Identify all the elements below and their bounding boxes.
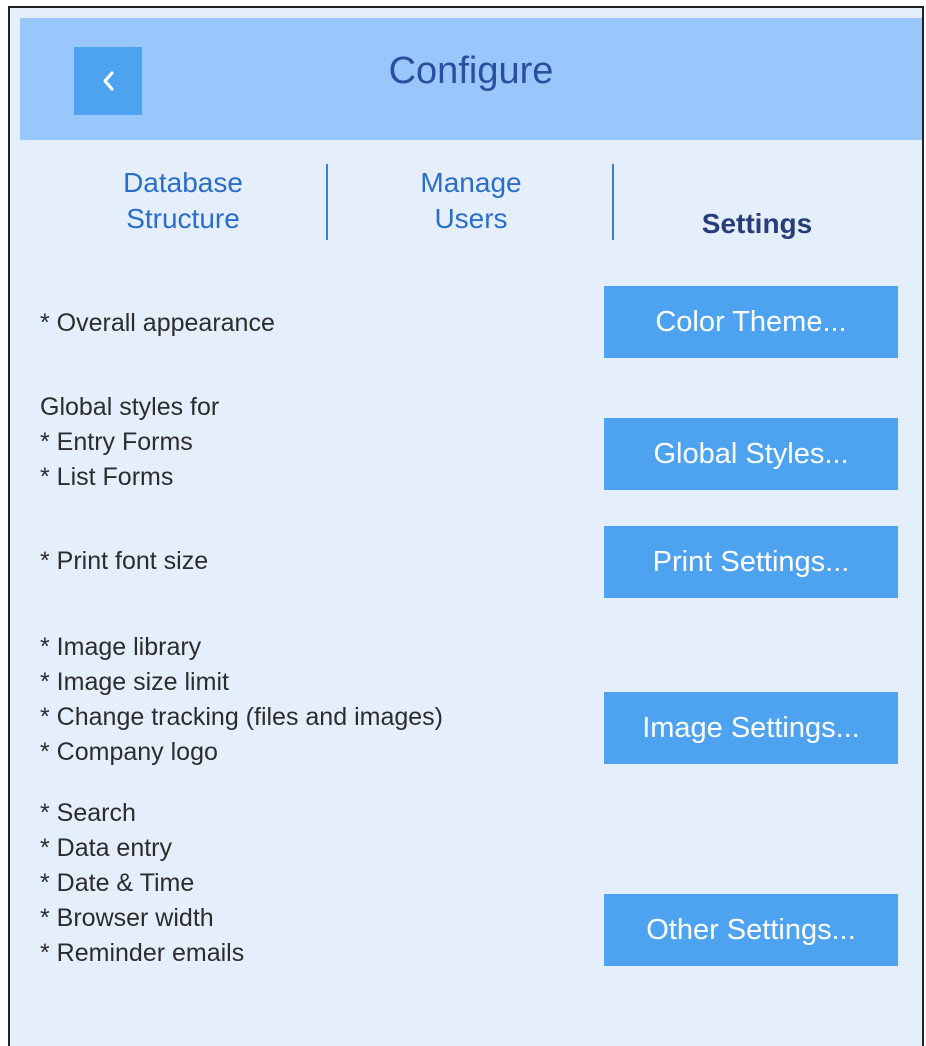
setting-description: * Image library * Image size limit * Cha… bbox=[40, 633, 443, 766]
tab-label: Settings bbox=[701, 208, 813, 239]
button-label: Global Styles... bbox=[653, 437, 849, 470]
print-settings-button[interactable]: Print Settings... bbox=[604, 526, 898, 598]
setting-description: * Print font size bbox=[40, 547, 209, 575]
global-styles-button[interactable]: Global Styles... bbox=[604, 418, 898, 490]
header-bar: Configure bbox=[20, 18, 922, 140]
setting-description: * Search * Data entry * Date & Time * Br… bbox=[40, 799, 245, 967]
setting-description: Global styles for * Entry Forms * List F… bbox=[40, 393, 220, 491]
tab-database-structure[interactable]: Database Structure bbox=[40, 160, 326, 242]
other-settings-button[interactable]: Other Settings... bbox=[604, 894, 898, 966]
page-title: Configure bbox=[388, 50, 554, 92]
tab-bar: Database Structure Manage Users Settings bbox=[40, 160, 900, 242]
color-theme-button[interactable]: Color Theme... bbox=[604, 286, 898, 358]
image-settings-button[interactable]: Image Settings... bbox=[604, 692, 898, 764]
tab-settings[interactable]: Settings bbox=[614, 160, 900, 242]
setting-description: * Overall appearance bbox=[40, 309, 275, 337]
tab-label: Manage Users bbox=[420, 167, 522, 234]
tab-label: Database Structure bbox=[123, 167, 243, 234]
configure-panel: Configure Database Structure Manage User… bbox=[8, 6, 924, 1046]
tab-manage-users[interactable]: Manage Users bbox=[328, 160, 614, 242]
